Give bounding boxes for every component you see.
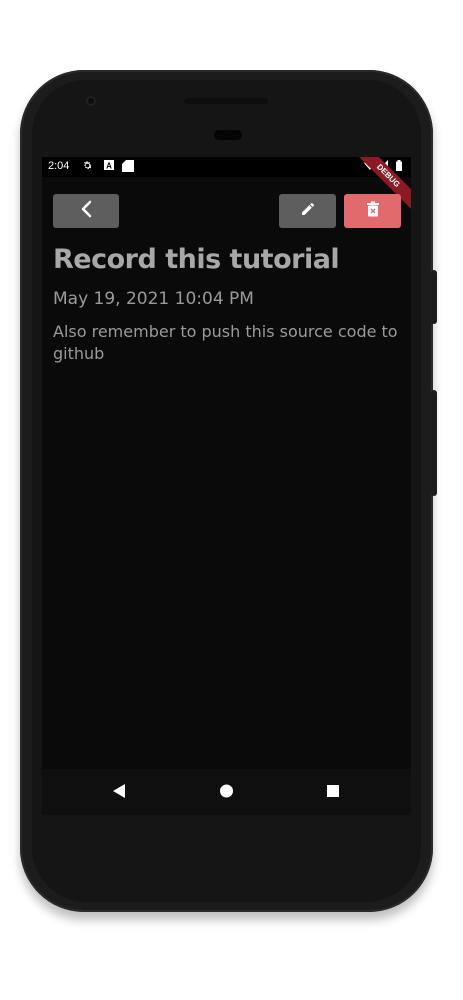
earpiece-speaker bbox=[184, 98, 268, 104]
back-triangle-icon[interactable] bbox=[112, 783, 126, 804]
delete-button[interactable] bbox=[344, 194, 401, 228]
edit-button[interactable] bbox=[279, 194, 336, 228]
chevron-left-icon bbox=[80, 200, 92, 223]
gear-icon bbox=[82, 160, 93, 175]
note-date: May 19, 2021 10:04 PM bbox=[53, 289, 254, 309]
status-bar: 2:04 A bbox=[42, 157, 411, 177]
recents-square-icon[interactable] bbox=[326, 783, 340, 804]
power-button bbox=[431, 270, 437, 324]
home-circle-icon[interactable] bbox=[219, 783, 234, 804]
front-camera bbox=[86, 96, 96, 106]
svg-text:A: A bbox=[106, 162, 112, 171]
sd-card-icon bbox=[122, 160, 134, 176]
status-time: 2:04 bbox=[48, 160, 70, 172]
note-body: Also remember to push this source code t… bbox=[53, 322, 398, 363]
back-button[interactable] bbox=[53, 194, 119, 228]
app-screen: 2:04 A DEBUG Record this tutorial May 19… bbox=[42, 157, 411, 769]
notification-a-icon: A bbox=[104, 160, 114, 174]
proximity-sensor bbox=[214, 130, 242, 140]
pencil-icon bbox=[300, 201, 316, 222]
trash-icon bbox=[366, 201, 380, 222]
note-title: Record this tutorial bbox=[53, 244, 340, 275]
android-nav-bar bbox=[42, 769, 411, 815]
volume-button bbox=[431, 390, 437, 496]
battery-icon bbox=[396, 160, 402, 175]
